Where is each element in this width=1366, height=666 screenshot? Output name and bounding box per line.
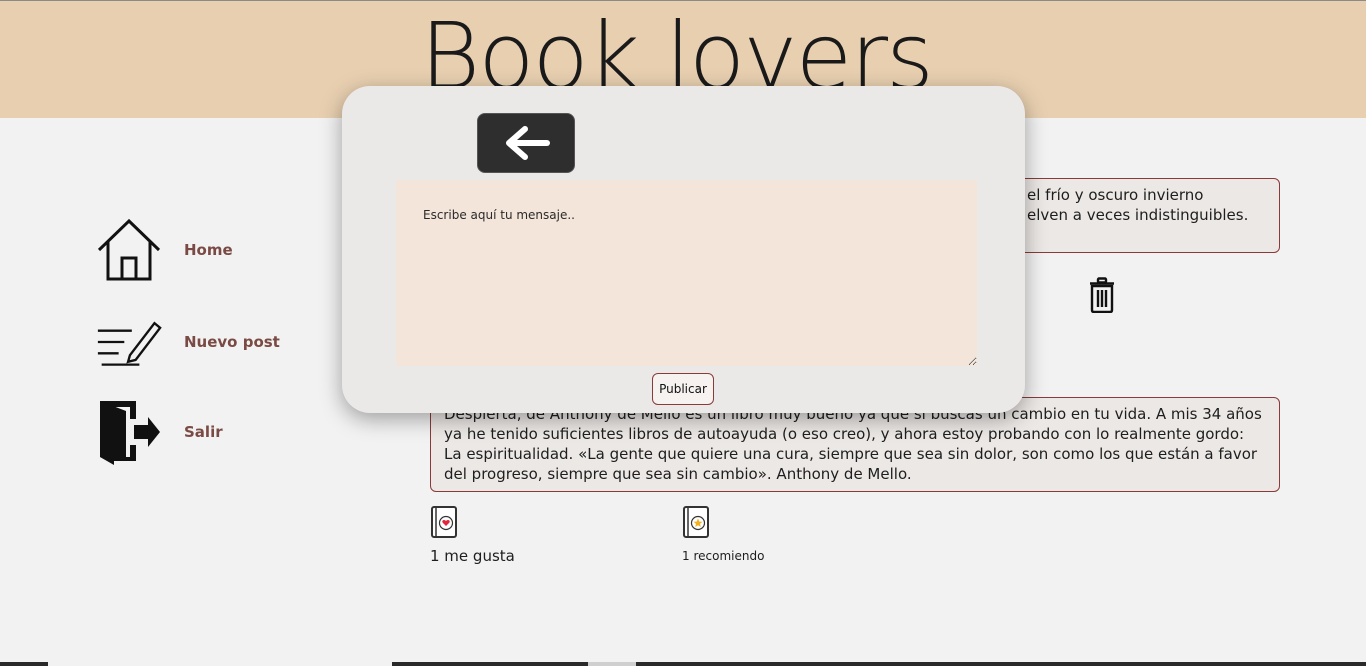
sidebar-item-salir[interactable]: Salir [96,399,223,465]
publish-button[interactable]: Publicar [652,373,714,405]
house-icon [96,217,162,283]
post-text-line: el frío y oscuro invierno [1027,186,1204,204]
sidebar-item-label: Home [184,241,233,259]
arrow-left-icon [506,126,550,160]
star-book-icon [682,505,764,543]
message-textarea[interactable] [396,180,977,366]
trash-icon[interactable] [1088,277,1116,317]
sidebar-item-home[interactable]: Home [96,217,233,283]
sidebar-item-nuevo-post[interactable]: Nuevo post [96,309,280,375]
sidebar-item-label: Salir [184,423,223,441]
new-message-modal: Publicar [342,86,1025,413]
likes-count: 1 me gusta [430,547,515,565]
post-card: el frío y oscuro invierno elven a veces … [1000,178,1280,253]
post-text-line: elven a veces indistinguibles. [1027,206,1249,224]
recommend-action[interactable]: 1 recomiendo [682,505,764,563]
sidebar-item-label: Nuevo post [184,333,280,351]
back-button[interactable] [477,113,575,173]
like-action[interactable]: 1 me gusta [430,505,515,565]
bottom-edge [0,662,1366,666]
post-text: Despierta, de Anthony de Mello es un lib… [444,405,1262,483]
door-exit-icon [96,399,162,465]
pencil-lines-icon [96,309,162,375]
heart-book-icon [430,505,515,543]
recommend-count: 1 recomiendo [682,549,765,563]
